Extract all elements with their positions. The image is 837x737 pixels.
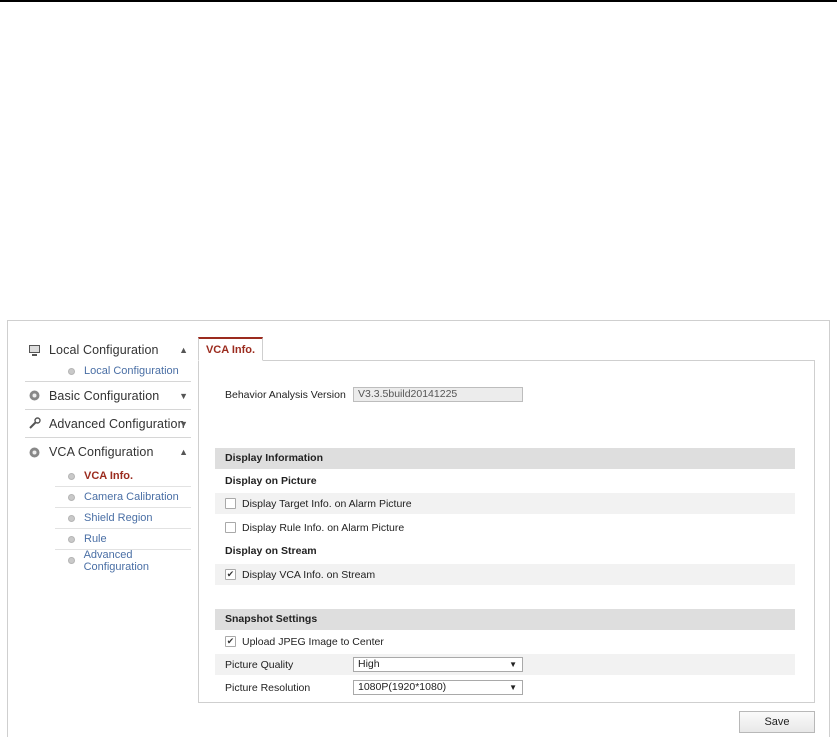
chevron-up-icon[interactable]: ▲ xyxy=(179,447,188,457)
sidebar-item-rule[interactable]: Rule xyxy=(55,529,191,550)
sidebar-item-camera-calibration[interactable]: Camera Calibration xyxy=(55,487,191,508)
bullet-icon xyxy=(68,557,75,564)
tab-vca-info[interactable]: VCA Info. xyxy=(198,337,263,361)
bullet-icon xyxy=(68,367,75,375)
display-on-stream-heading: Display on Stream xyxy=(225,545,317,557)
monitor-icon xyxy=(27,343,41,357)
display-on-picture-heading: Display on Picture xyxy=(225,475,317,487)
sidebar-item-label: Rule xyxy=(84,533,107,545)
vca-info-stream-label: Display VCA Info. on Stream xyxy=(242,568,376,581)
picture-quality-select[interactable]: High ▼ xyxy=(353,657,523,672)
target-info-label: Display Target Info. on Alarm Picture xyxy=(242,497,412,510)
local-configuration-items: Local Configuration xyxy=(25,361,191,382)
picture-quality-value: High xyxy=(358,658,380,670)
sidebar-item-label: Local Configuration xyxy=(84,365,179,377)
version-field: V3.3.5build20141225 xyxy=(353,387,523,402)
gear-icon xyxy=(27,445,41,459)
sidebar: Local Configuration ▲ Local Configuratio… xyxy=(25,339,191,573)
sidebar-group-local-configuration[interactable]: Local Configuration ▲ xyxy=(25,339,191,361)
version-label: Behavior Analysis Version xyxy=(225,389,346,401)
rule-info-label: Display Rule Info. on Alarm Picture xyxy=(242,521,405,534)
gear-icon xyxy=(27,389,41,403)
target-info-row: Display Target Info. on Alarm Picture xyxy=(215,493,795,514)
rule-info-checkbox[interactable] xyxy=(225,522,236,533)
sidebar-item-shield-region[interactable]: Shield Region xyxy=(55,508,191,529)
sidebar-item-label: Shield Region xyxy=(84,512,153,524)
wrench-icon xyxy=(27,417,41,431)
sidebar-group-basic-configuration[interactable]: Basic Configuration ▼ xyxy=(25,382,191,410)
target-info-checkbox[interactable] xyxy=(225,498,236,509)
rule-info-row: Display Rule Info. on Alarm Picture xyxy=(215,517,795,538)
vca-configuration-items: VCA Info. Camera Calibration Shield Regi… xyxy=(25,466,191,573)
sidebar-group-advanced-configuration[interactable]: Advanced Configuration ▼ xyxy=(25,410,191,438)
sidebar-group-label: Local Configuration xyxy=(49,343,159,357)
sidebar-group-label: Advanced Configuration xyxy=(49,416,185,431)
dropdown-arrow-icon: ▼ xyxy=(509,660,517,669)
chevron-up-icon[interactable]: ▲ xyxy=(179,345,188,355)
bullet-icon xyxy=(68,514,75,522)
sidebar-group-label: VCA Configuration xyxy=(49,445,154,459)
bullet-icon xyxy=(68,535,75,543)
picture-resolution-value: 1080P(1920*1080) xyxy=(358,681,447,693)
picture-resolution-label: Picture Resolution xyxy=(225,681,311,694)
vca-info-stream-row: ✔ Display VCA Info. on Stream xyxy=(215,564,795,585)
sidebar-item-label: Camera Calibration xyxy=(84,491,179,503)
snapshot-settings-header: Snapshot Settings xyxy=(215,609,795,630)
sidebar-item-vca-info[interactable]: VCA Info. xyxy=(55,466,191,487)
picture-resolution-select[interactable]: 1080P(1920*1080) ▼ xyxy=(353,680,523,695)
sidebar-item-advanced-configuration[interactable]: Advanced Configuration xyxy=(55,548,191,573)
vca-info-content: Behavior Analysis Version V3.3.5build201… xyxy=(198,360,815,703)
sidebar-group-label: Basic Configuration xyxy=(49,388,160,403)
sidebar-item-local-configuration[interactable]: Local Configuration xyxy=(55,361,191,381)
sidebar-group-vca-configuration[interactable]: VCA Configuration ▲ xyxy=(25,438,191,466)
upload-jpeg-label: Upload JPEG Image to Center xyxy=(242,635,384,648)
top-rule xyxy=(0,0,837,2)
sidebar-item-label: Advanced Configuration xyxy=(83,548,150,573)
picture-quality-label: Picture Quality xyxy=(225,658,294,671)
dropdown-arrow-icon: ▼ xyxy=(509,683,517,692)
upload-jpeg-row: ✔ Upload JPEG Image to Center xyxy=(215,631,795,652)
bullet-icon xyxy=(68,472,75,480)
chevron-down-icon[interactable]: ▼ xyxy=(179,419,188,429)
chevron-down-icon[interactable]: ▼ xyxy=(179,391,188,401)
upload-jpeg-checkbox[interactable]: ✔ xyxy=(225,636,236,647)
display-information-header: Display Information xyxy=(215,448,795,469)
sidebar-item-label: VCA Info. xyxy=(84,470,134,482)
save-button[interactable]: Save xyxy=(739,711,815,733)
config-panel: Local Configuration ▲ Local Configuratio… xyxy=(7,320,830,737)
bullet-icon xyxy=(68,493,75,501)
vca-info-stream-checkbox[interactable]: ✔ xyxy=(225,569,236,580)
